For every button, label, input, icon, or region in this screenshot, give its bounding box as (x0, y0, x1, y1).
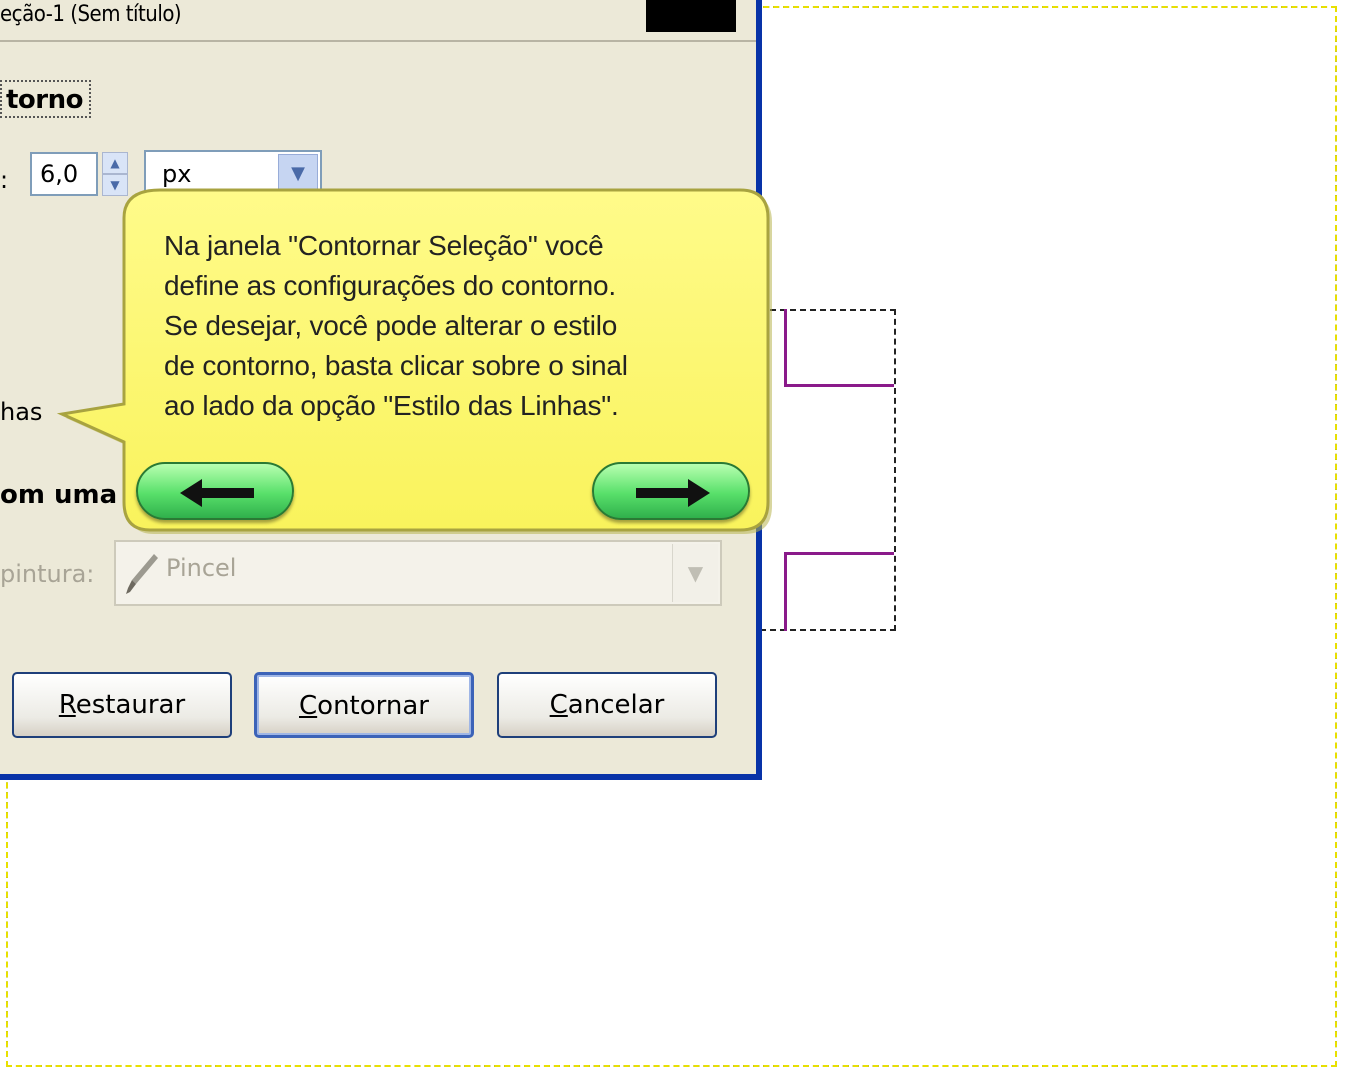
stroke-segment (784, 552, 787, 631)
stroke-with-tool-radio-label[interactable]: om uma (0, 480, 117, 510)
stroke-segment (784, 309, 787, 387)
line-style-expander-label[interactable]: has (0, 398, 42, 426)
callout-line: de contorno, basta clicar sobre o sinal (164, 350, 628, 381)
cancel-label: ancelar (567, 690, 665, 720)
dialog-subtitle: eção-1 (Sem título) (0, 2, 182, 27)
callout-line: Na janela "Contornar Seleção" você (164, 230, 604, 261)
section-title[interactable]: torno (0, 80, 91, 118)
cancel-mnemonic: C (549, 690, 568, 720)
paint-tool-select: Pincel ▼ (114, 540, 722, 606)
reset-mnemonic: R (58, 690, 76, 720)
paint-tool-label: pintura: (0, 560, 95, 588)
dialog-header: eção-1 (Sem título) (0, 0, 756, 42)
left-arrow-icon (180, 479, 254, 507)
paint-tool-value: Pincel (166, 554, 237, 582)
stroke-mnemonic: C (299, 691, 318, 721)
callout-line: Se desejar, você pode alterar o estilo (164, 310, 618, 341)
unit-select[interactable]: px ▼ (144, 150, 322, 196)
callout-line: ao lado da opção "Estilo das Linhas". (164, 390, 619, 421)
paintbrush-icon (126, 554, 158, 594)
reset-button[interactable]: Restaurar (12, 672, 232, 738)
callout-line: define as configurações do contorno. (164, 270, 616, 301)
next-button[interactable] (592, 462, 750, 520)
line-width-spinner[interactable]: ▲ ▼ (102, 152, 130, 198)
stroke-segment (784, 384, 894, 387)
cancel-button[interactable]: Cancelar (497, 672, 717, 738)
stroke-label: ontornar (317, 691, 429, 721)
stroke-button[interactable]: Contornar (254, 672, 474, 738)
spin-up-icon[interactable]: ▲ (102, 152, 128, 174)
line-width-label: : (0, 166, 9, 194)
unit-select-value: px (162, 160, 192, 188)
spin-down-icon[interactable]: ▼ (102, 174, 128, 196)
stroke-segment (784, 552, 894, 555)
right-arrow-icon (636, 479, 710, 507)
reset-label: estaurar (75, 690, 186, 720)
chevron-down-icon: ▼ (672, 544, 718, 602)
preview-swatch (646, 0, 736, 32)
previous-button[interactable] (136, 462, 294, 520)
chevron-down-icon[interactable]: ▼ (278, 154, 318, 192)
callout-text: Na janela "Contornar Seleção" você defin… (164, 226, 764, 426)
line-width-input[interactable]: 6,0 (30, 152, 98, 196)
